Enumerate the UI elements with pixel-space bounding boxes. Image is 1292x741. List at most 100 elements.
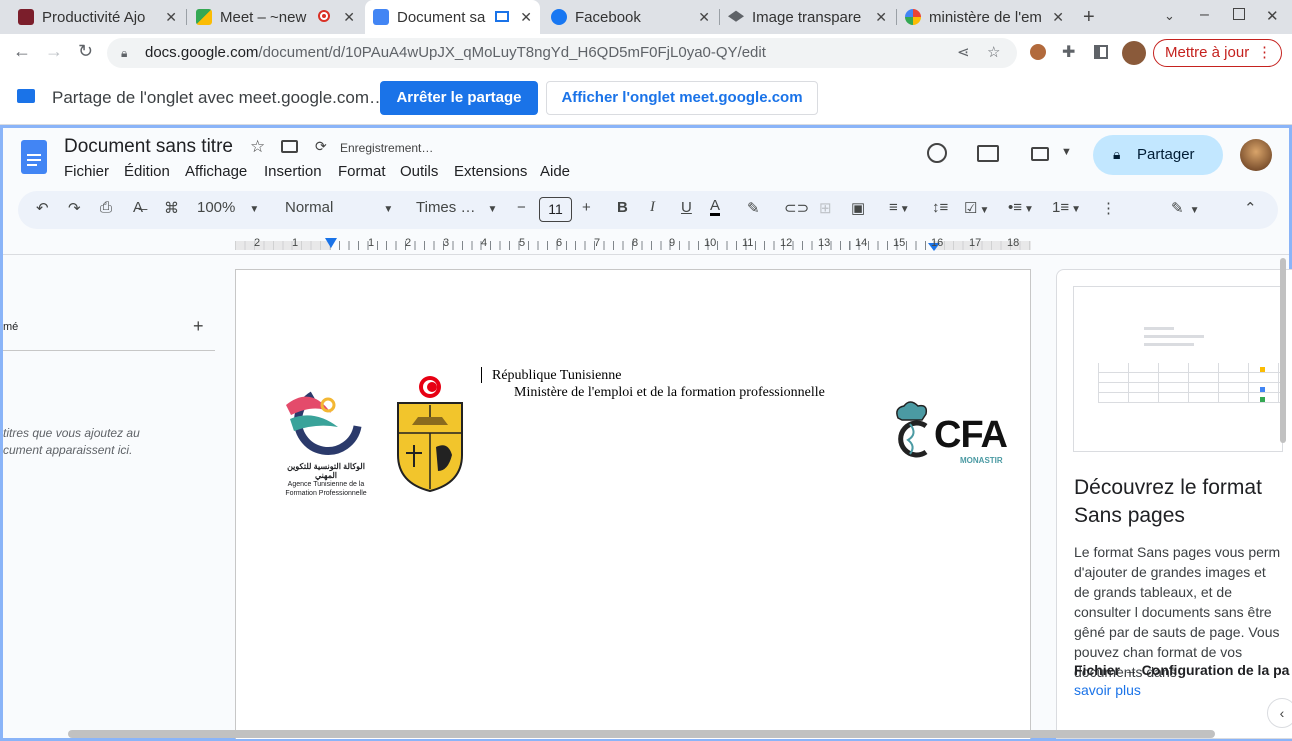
- atfp-arabic-name: الوكالة التونسية للتكوين المهني: [287, 462, 365, 480]
- show-tab-button[interactable]: Afficher l'onglet meet.google.com: [546, 81, 818, 115]
- restore-button[interactable]: [1233, 8, 1245, 20]
- insert-image-icon[interactable]: ▣: [851, 199, 865, 217]
- menu-format[interactable]: Format: [338, 163, 386, 180]
- add-comment-icon[interactable]: ⊞: [819, 199, 832, 217]
- vertical-scrollbar[interactable]: [1280, 258, 1286, 443]
- ruler-label: 9: [669, 237, 676, 249]
- chevron-down-icon[interactable]: ▼: [1061, 146, 1072, 158]
- more-options-icon[interactable]: ⋮: [1101, 199, 1116, 217]
- star-icon[interactable]: ☆: [250, 137, 265, 157]
- highlight-icon[interactable]: ✎: [747, 199, 760, 217]
- address-bar[interactable]: 🔒︎ docs.google.com/document/d/10PAuA4wUp…: [107, 38, 1017, 68]
- comments-icon[interactable]: [977, 145, 999, 162]
- close-icon[interactable]: ✕: [698, 9, 710, 26]
- tab-document[interactable]: Document sa ✕: [365, 0, 540, 34]
- bookmark-star-icon[interactable]: ☆: [987, 38, 1000, 68]
- add-summary-button[interactable]: +: [193, 316, 204, 337]
- document-title[interactable]: Document sans titre: [64, 136, 233, 158]
- decrease-font-size-button[interactable]: −: [517, 199, 526, 216]
- style-select[interactable]: Normal ▼: [285, 199, 393, 216]
- menu-aide[interactable]: Aide: [540, 163, 570, 180]
- tunisia-coat-of-arms: [392, 375, 468, 493]
- close-icon[interactable]: ✕: [520, 9, 532, 26]
- extensions-puzzle-icon[interactable]: ✚: [1062, 42, 1075, 62]
- checklist-icon[interactable]: ☑ ▼: [964, 199, 989, 217]
- ruler-label: 12: [780, 237, 793, 249]
- menu-insertion[interactable]: Insertion: [264, 163, 322, 180]
- collapse-menus-icon[interactable]: ⌃: [1244, 199, 1257, 217]
- tab-meet[interactable]: Meet – ~new ✕: [188, 0, 363, 34]
- collapse-panel-chevron-icon[interactable]: ‹: [1267, 698, 1292, 728]
- spellcheck-icon[interactable]: A̶: [133, 199, 143, 216]
- menu-outils[interactable]: Outils: [400, 163, 438, 180]
- meet-video-icon[interactable]: [1031, 147, 1049, 161]
- window-close-button[interactable]: ✕: [1266, 7, 1279, 25]
- learn-more-link[interactable]: savoir plus: [1074, 682, 1141, 698]
- user-avatar[interactable]: [1240, 139, 1272, 171]
- italic-icon[interactable]: I: [650, 199, 655, 216]
- tab-facebook[interactable]: Facebook ✕: [543, 0, 718, 34]
- ruler-label: 17: [969, 237, 982, 249]
- horizontal-scrollbar[interactable]: [68, 730, 1215, 738]
- document-page[interactable]: الوكالة التونسية للتكوين المهني Agence T…: [235, 269, 1031, 739]
- menu-extensions[interactable]: Extensions: [454, 163, 527, 180]
- zoom-value: 100%: [197, 199, 236, 216]
- outline-hint: titres que vous ajoutez au cument appara…: [3, 426, 140, 457]
- minimize-button[interactable]: –: [1200, 6, 1209, 24]
- close-icon[interactable]: ✕: [165, 9, 177, 26]
- google-icon: [905, 9, 921, 25]
- tab-label: Image transpare: [752, 8, 862, 26]
- line-spacing-icon[interactable]: ↕≡: [932, 199, 948, 216]
- recording-icon: [318, 10, 330, 22]
- share-page-icon[interactable]: ⋖: [957, 38, 970, 68]
- underline-icon[interactable]: U: [681, 199, 692, 216]
- profile-avatar[interactable]: [1122, 41, 1146, 65]
- editing-mode-icon[interactable]: ✎ ▼: [1171, 199, 1199, 217]
- zoom-select[interactable]: 100% ▼: [197, 199, 259, 216]
- docs-logo-icon[interactable]: [21, 140, 47, 174]
- header-republic-text[interactable]: République Tunisienne: [492, 368, 622, 384]
- close-icon[interactable]: ✕: [875, 9, 887, 26]
- menu-affichage[interactable]: Affichage: [185, 163, 247, 180]
- tab-image[interactable]: Image transpare ✕: [720, 0, 895, 34]
- close-icon[interactable]: ✕: [1052, 9, 1064, 26]
- close-icon[interactable]: ✕: [343, 9, 355, 26]
- forward-button[interactable]: →: [45, 41, 63, 62]
- version-history-icon[interactable]: [927, 143, 947, 163]
- share-button[interactable]: 🔒︎ Partager: [1093, 135, 1223, 175]
- tab-ministere[interactable]: ministère de l'em ✕: [897, 0, 1072, 34]
- extension-avatar-icon[interactable]: [1030, 44, 1046, 60]
- text-color-icon[interactable]: A: [710, 198, 721, 216]
- redo-icon[interactable]: ↷: [68, 199, 81, 217]
- increase-font-size-button[interactable]: +: [582, 199, 591, 216]
- stop-sharing-button[interactable]: Arrêter le partage: [380, 81, 538, 115]
- bold-icon[interactable]: B: [617, 199, 628, 216]
- font-size-input[interactable]: 11: [539, 197, 572, 222]
- ruler-label: 13: [818, 237, 831, 249]
- new-tab-button[interactable]: +: [1083, 6, 1095, 29]
- align-icon[interactable]: ≡ ▼: [889, 199, 910, 216]
- menu-fichier[interactable]: Fichier: [64, 163, 109, 180]
- tab-productivite[interactable]: Productivité Ajo ✕: [10, 0, 185, 34]
- url-host: docs.google.com: [145, 44, 259, 61]
- browser-toolbar: ← → ↻ 🔒︎ docs.google.com/document/d/10PA…: [0, 34, 1292, 72]
- ruler-label: 14: [855, 237, 868, 249]
- back-button[interactable]: ←: [13, 41, 31, 62]
- menu-edition[interactable]: Édition: [124, 163, 170, 180]
- undo-icon[interactable]: ↶: [36, 199, 49, 217]
- print-icon[interactable]: ⎙: [100, 199, 112, 216]
- link-icon[interactable]: ⊂⊃: [784, 199, 809, 217]
- reload-button[interactable]: ↻: [78, 41, 93, 62]
- tab-search-icon[interactable]: ⌄: [1164, 8, 1175, 24]
- paint-format-icon[interactable]: ⌘: [164, 199, 179, 217]
- side-panel-icon[interactable]: [1094, 45, 1108, 59]
- bulleted-list-icon[interactable]: •≡ ▼: [1008, 199, 1034, 216]
- ruler-label: 2: [405, 237, 412, 249]
- sharing-message: Partage de l'onglet avec meet.google.com…: [52, 88, 386, 107]
- font-select[interactable]: Times … ▼: [416, 199, 497, 216]
- move-folder-icon[interactable]: [281, 140, 298, 153]
- numbered-list-icon[interactable]: 1≡ ▼: [1052, 199, 1081, 216]
- update-button[interactable]: Mettre à jour ⋮: [1153, 39, 1282, 67]
- saving-status: Enregistrement…: [340, 141, 434, 155]
- header-ministry-text[interactable]: Ministère de l'emploi et de la formation…: [514, 385, 825, 401]
